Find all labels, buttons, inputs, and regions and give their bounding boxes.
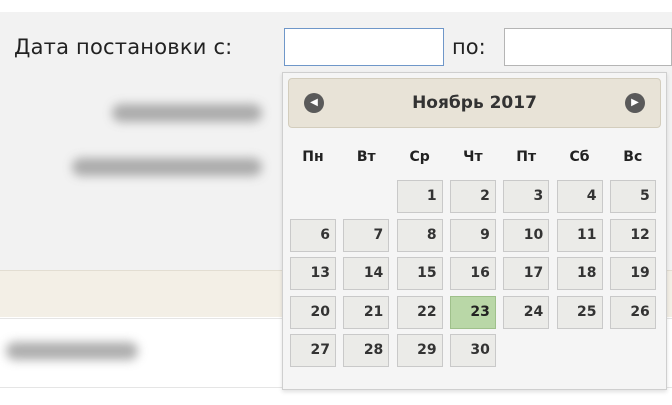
datepicker-day[interactable]: 27 <box>290 334 336 367</box>
datepicker-day[interactable]: 12 <box>609 218 656 252</box>
datepicker-day[interactable]: 22 <box>396 295 443 329</box>
date-from-input[interactable] <box>284 28 444 66</box>
datepicker-day[interactable]: 6 <box>290 218 336 252</box>
weekday-label: Чт <box>463 149 483 165</box>
datepicker-day[interactable]: 8 <box>396 218 443 252</box>
datepicker-day[interactable]: 9 <box>449 218 496 252</box>
datepicker-day[interactable]: 26 <box>609 295 656 329</box>
datepicker-day[interactable]: 3 <box>503 180 550 213</box>
datepicker-day[interactable]: 14 <box>343 257 390 290</box>
weekday-label: Пт <box>516 149 537 165</box>
datepicker-day[interactable]: 16 <box>449 257 496 290</box>
weekday-label: Вс <box>623 149 643 165</box>
datepicker-day[interactable]: 7 <box>343 218 390 252</box>
datepicker-day[interactable]: 19 <box>609 257 656 290</box>
blurred-list-text <box>6 342 138 360</box>
datepicker-day[interactable]: 10 <box>503 218 550 252</box>
datepicker-day[interactable]: 4 <box>556 180 603 213</box>
datepicker-day[interactable]: 17 <box>503 257 550 290</box>
datepicker-day[interactable]: 29 <box>396 334 443 367</box>
datepicker-day[interactable]: 25 <box>556 295 603 329</box>
weekday-header-row: Пн Вт Ср Чт Пт Сб Вс <box>288 149 661 169</box>
weekday-label: Ср <box>409 149 430 165</box>
weekday-label: Пн <box>302 149 324 165</box>
datepicker-day[interactable]: 24 <box>503 295 550 329</box>
datepicker-day[interactable]: 13 <box>290 257 336 290</box>
datepicker-day-today[interactable]: 23 <box>449 295 496 329</box>
datepicker: ◀ Ноябрь 2017 ▶ Пн Вт Ср Чт Пт Сб Вс 123456789… <box>282 72 667 390</box>
datepicker-day[interactable]: 1 <box>396 180 443 213</box>
datepicker-day[interactable]: 2 <box>449 180 496 213</box>
datepicker-day[interactable]: 11 <box>556 218 603 252</box>
datepicker-day[interactable]: 21 <box>343 295 390 329</box>
date-to-label: по: <box>452 35 486 59</box>
date-to-input[interactable] <box>504 28 672 66</box>
datepicker-day[interactable]: 28 <box>343 334 390 367</box>
weekday-label: Вт <box>356 149 376 165</box>
datepicker-day[interactable]: 20 <box>290 295 336 329</box>
chevron-right-icon[interactable]: ▶ <box>625 93 645 113</box>
weekday-label: Сб <box>569 149 590 165</box>
blurred-label <box>72 158 262 176</box>
datepicker-day[interactable]: 18 <box>556 257 603 290</box>
blurred-label <box>112 104 262 122</box>
datepicker-day[interactable]: 15 <box>396 257 443 290</box>
datepicker-title: Ноябрь 2017 <box>412 93 537 113</box>
datepicker-day[interactable]: 5 <box>609 180 656 213</box>
date-from-label: Дата постановки с: <box>14 35 233 59</box>
datepicker-day[interactable]: 30 <box>449 334 496 367</box>
datepicker-header: ◀ Ноябрь 2017 ▶ <box>288 78 661 128</box>
